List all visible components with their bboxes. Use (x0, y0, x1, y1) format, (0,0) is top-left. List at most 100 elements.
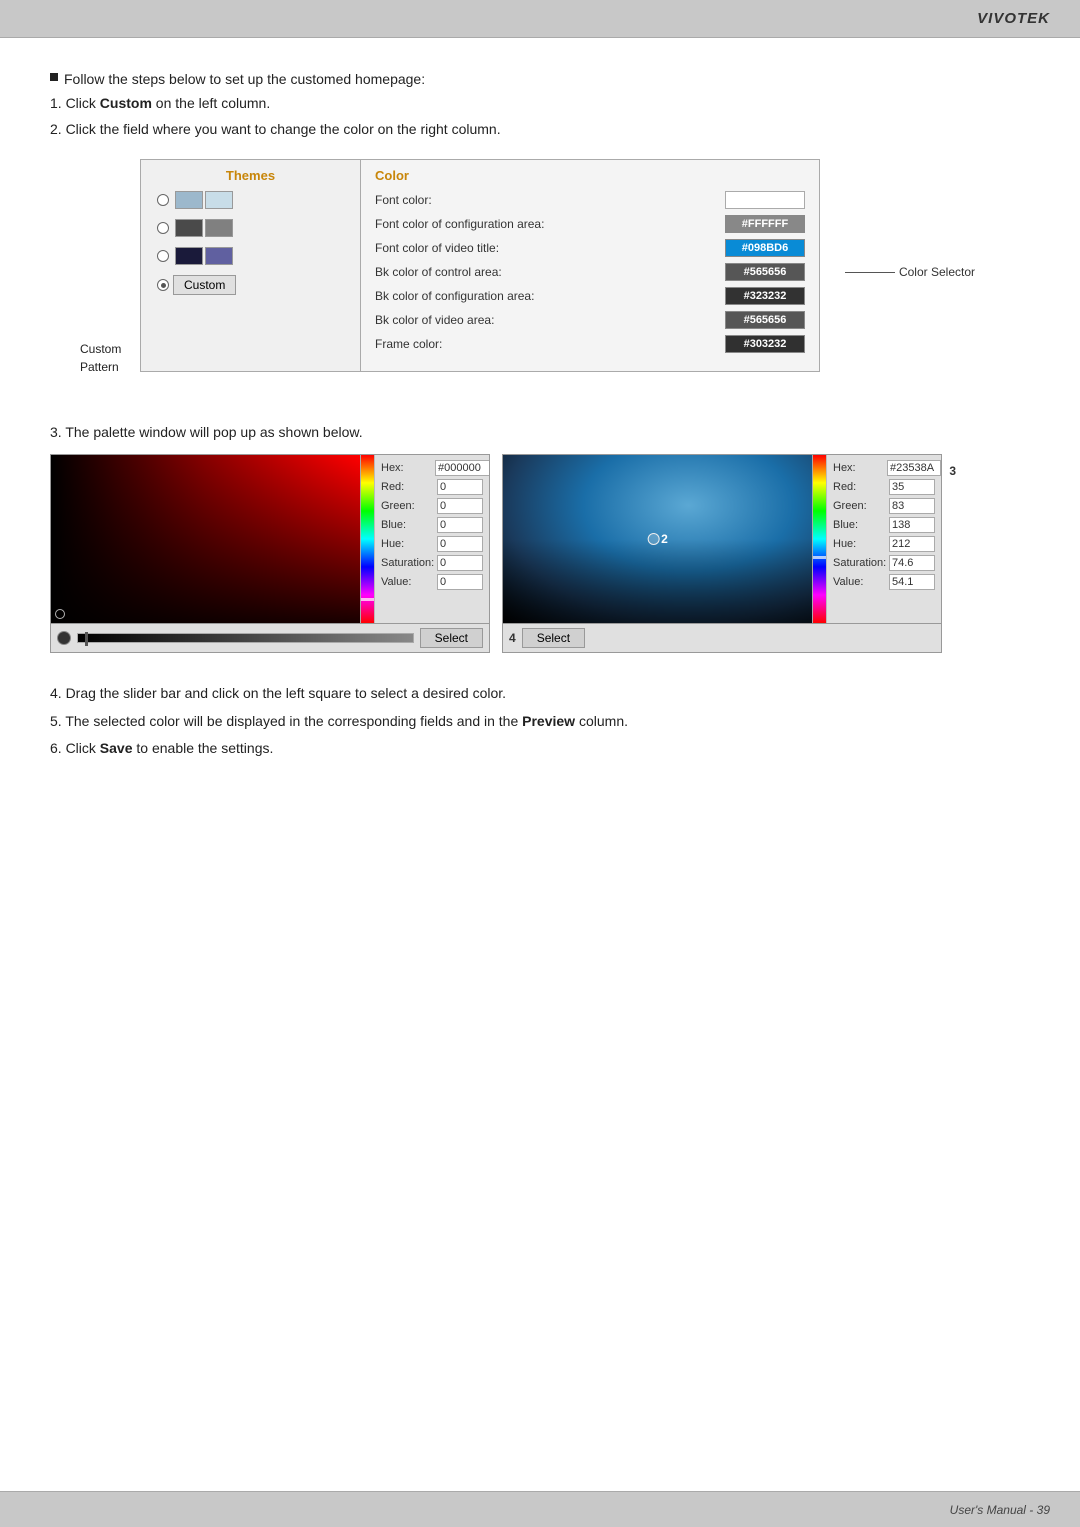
radio-1[interactable] (157, 194, 169, 206)
color-swatch-4[interactable]: #323232 (725, 287, 805, 305)
right-hue-indicator (813, 556, 826, 559)
color-selector-label: Color Selector (899, 265, 975, 279)
hex-input-right[interactable] (887, 460, 941, 476)
left-hue-indicator (361, 598, 374, 601)
blue-input-right[interactable] (889, 517, 935, 533)
color-swatch-5[interactable]: #565656 (725, 311, 805, 329)
bullet-square (50, 73, 58, 81)
theme-item-1[interactable] (157, 191, 344, 209)
hex-input-left[interactable] (435, 460, 490, 476)
blue-row-left: Blue: (381, 517, 483, 533)
steps-bottom: 4. Drag the slider bar and click on the … (50, 681, 1030, 761)
value-input-left[interactable] (437, 574, 483, 590)
right-annotation-1: 1 (503, 523, 504, 537)
color-swatch-2[interactable]: #098BD6 (725, 239, 805, 257)
themes-color-panel: Themes (140, 159, 820, 372)
color-swatch-1[interactable]: #FFFFFF (725, 215, 805, 233)
custom-row[interactable]: Custom (157, 275, 344, 295)
left-picker-container: Hex: Red: Green: Blue: (50, 454, 490, 653)
green-input-right[interactable] (889, 498, 935, 514)
left-hue-bar[interactable] (360, 455, 374, 623)
color-swatch-0[interactable] (725, 191, 805, 209)
right-picker-bottom: 4 Select (502, 624, 942, 653)
color-row-6: Frame color: #303232 (375, 335, 805, 353)
color-swatch-6[interactable]: #303232 (725, 335, 805, 353)
red-row-left: Red: (381, 479, 483, 495)
blue-label-left: Blue: (381, 519, 433, 531)
green-label-left: Green: (381, 500, 433, 512)
step4-text: 4. Drag the slider bar and click on the … (50, 681, 1030, 706)
blue-input-left[interactable] (437, 517, 483, 533)
theme-color-2b (205, 219, 233, 237)
saturation-input-right[interactable] (889, 555, 935, 571)
red-input-left[interactable] (437, 479, 483, 495)
color-row-0: Font color: (375, 191, 805, 209)
theme-preview-1 (175, 191, 233, 209)
theme-preview-2 (175, 219, 233, 237)
color-selector-annotation: Color Selector (845, 265, 975, 279)
color-value-4: #323232 (744, 290, 787, 302)
red-input-right[interactable] (889, 479, 935, 495)
color-label-6: Frame color: (375, 337, 725, 351)
green-row-left: Green: (381, 498, 483, 514)
color-label-0: Font color: (375, 193, 725, 207)
left-brightness-slider[interactable] (77, 633, 414, 643)
saturation-input-left[interactable] (437, 555, 483, 571)
hue-input-left[interactable] (437, 536, 483, 552)
green-row-right: Green: (833, 498, 935, 514)
theme-item-3[interactable] (157, 247, 344, 265)
value-row-left: Value: (381, 574, 483, 590)
saturation-row-right: Saturation: (833, 555, 935, 571)
custom-label-top: Custom (80, 340, 121, 358)
brand-logo: VIVOTEK (977, 10, 1050, 27)
right-color-gradient[interactable]: 2 1 (503, 455, 812, 623)
saturation-label-left: Saturation: (381, 557, 434, 569)
radio-3[interactable] (157, 250, 169, 262)
color-label-1: Font color of configuration area: (375, 217, 725, 231)
page: VIVOTEK Follow the steps below to set up… (0, 0, 1080, 1527)
theme-color-2a (175, 219, 203, 237)
top-bar: VIVOTEK (0, 0, 1080, 38)
value-input-right[interactable] (889, 574, 935, 590)
red-label-right: Red: (833, 481, 885, 493)
color-value-2: #098BD6 (742, 242, 788, 254)
hue-input-right[interactable] (889, 536, 935, 552)
right-annotation-radio (647, 533, 659, 545)
left-color-gradient[interactable] (51, 455, 360, 623)
left-select-button[interactable]: Select (420, 628, 483, 648)
right-picker-panel: 2 1 Hex: (502, 454, 942, 624)
right-select-button[interactable]: Select (522, 628, 585, 648)
custom-pattern-label: Custom Pattern (80, 340, 121, 376)
theme-color-3a (175, 247, 203, 265)
theme-color-1b (205, 191, 233, 209)
right-annotation-2-group: 2 (647, 532, 668, 546)
hex-label-left: Hex: (381, 462, 433, 474)
right-annotation-2: 2 (661, 532, 668, 546)
saturation-label-right: Saturation: (833, 557, 886, 569)
instructions-block: Follow the steps below to set up the cus… (50, 68, 1030, 141)
hue-row-right: Hue: (833, 536, 935, 552)
theme-preview-3 (175, 247, 233, 265)
annotation-line (845, 272, 895, 273)
step5-text: 5. The selected color will be displayed … (50, 709, 1030, 734)
right-picker-container: 2 1 Hex: (502, 454, 942, 653)
step1-text: 1. Click Custom on the left column. (50, 92, 1030, 116)
left-picker-panel: Hex: Red: Green: Blue: (50, 454, 490, 624)
color-row-2: Font color of video title: #098BD6 (375, 239, 805, 257)
theme-item-2[interactable] (157, 219, 344, 237)
right-hue-bar[interactable] (812, 455, 826, 623)
custom-button[interactable]: Custom (173, 275, 236, 295)
color-value-6: #303232 (744, 338, 787, 350)
green-input-left[interactable] (437, 498, 483, 514)
step6-bold: Save (100, 740, 133, 756)
color-swatch-3[interactable]: #565656 (725, 263, 805, 281)
themes-panel: Themes (141, 160, 361, 371)
color-label-4: Bk color of configuration area: (375, 289, 725, 303)
radio-2[interactable] (157, 222, 169, 234)
color-panel-title: Color (375, 168, 805, 183)
bullet-text: Follow the steps below to set up the cus… (64, 68, 425, 92)
value-row-right: Value: (833, 574, 935, 590)
radio-custom[interactable] (157, 279, 169, 291)
content-area: Follow the steps below to set up the cus… (0, 38, 1080, 803)
hex-label-right: Hex: (833, 462, 885, 474)
